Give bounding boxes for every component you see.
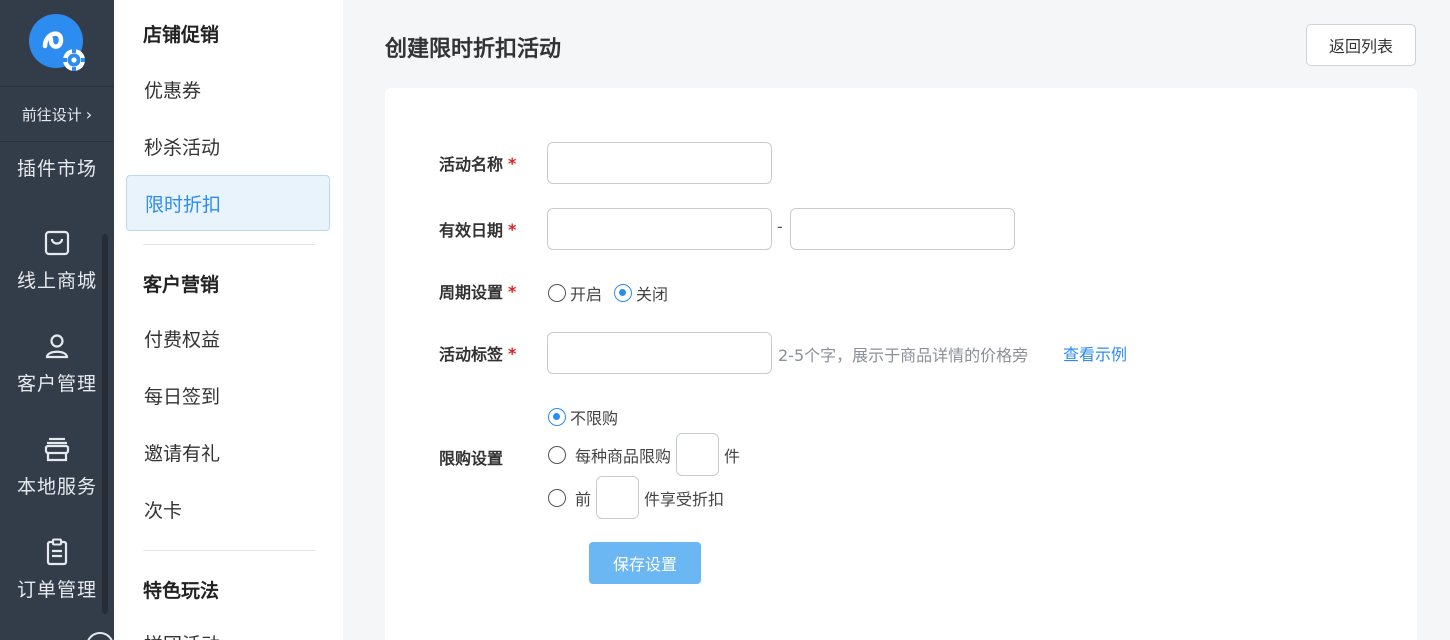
purchase-limit-label: 限购设置 xyxy=(439,449,504,468)
limit-per-product-qty-input[interactable] xyxy=(676,433,720,476)
radio-unchecked-icon[interactable] xyxy=(548,284,566,302)
nav-item-local-service[interactable]: 本地服务 xyxy=(0,434,114,534)
submenu-item-flash-sale[interactable]: 秒杀活动 xyxy=(126,118,330,174)
submenu-group-title: 客户营销 xyxy=(143,274,220,296)
goto-design-label: 前往设计 xyxy=(21,105,82,124)
radio-checked-icon[interactable] xyxy=(614,284,632,302)
chevron-right-icon: › xyxy=(85,104,93,124)
cycle-option-on[interactable]: 开启 xyxy=(548,281,602,305)
nav-item-customer[interactable]: 客户管理 xyxy=(0,331,114,431)
nav-item-orders[interactable]: 订单管理 xyxy=(0,537,114,637)
nav-scroll-area: 插件市场 线上商城 客户管理 本地服务 订单管理 xyxy=(0,124,114,640)
shopping-bag-icon xyxy=(44,230,70,256)
submenu-item-times-card[interactable]: 次卡 xyxy=(126,481,330,537)
submenu-item-daily-checkin[interactable]: 每日签到 xyxy=(126,367,330,423)
logo-icon xyxy=(29,14,85,71)
user-icon xyxy=(45,334,69,359)
valid-date-label-text: 有效日期 xyxy=(439,221,504,240)
cycle-option-on-label: 开启 xyxy=(570,285,603,304)
activity-name-input[interactable] xyxy=(547,142,772,184)
activity-name-label-text: 活动名称 xyxy=(439,155,504,174)
main-nav: 前往设计 › 插件市场 线上商城 客户管理 本地服务 订单管理 xyxy=(0,0,114,640)
submenu-item-group-buy[interactable]: 拼团活动 xyxy=(126,615,330,640)
limit-first-n-qty-input[interactable] xyxy=(596,476,640,519)
submenu-divider xyxy=(143,244,315,245)
submenu-group-title: 店铺促销 xyxy=(143,24,220,46)
nav-item-label: 插件市场 xyxy=(16,158,97,180)
goto-design-link[interactable]: 前往设计 › xyxy=(0,86,114,142)
cycle-label-text: 周期设置 xyxy=(439,283,504,302)
limit-option-none[interactable]: 不限购 xyxy=(548,405,618,429)
page-title: 创建限时折扣活动 xyxy=(385,37,562,62)
secondary-menu: 店铺促销 优惠券 秒杀活动 限时折扣 客户营销 付费权益 每日签到 邀请有礼 次… xyxy=(114,0,343,640)
required-mark: * xyxy=(508,343,517,363)
radio-unchecked-icon[interactable] xyxy=(548,488,566,507)
limit-per-product-prefix: 每种商品限购 xyxy=(575,446,672,466)
limit-first-n-prefix: 前 xyxy=(575,489,592,509)
required-mark: * xyxy=(508,219,517,239)
view-example-link[interactable]: 查看示例 xyxy=(1063,341,1127,365)
cycle-option-off[interactable]: 关闭 xyxy=(614,281,668,305)
nav-scrollbar[interactable] xyxy=(102,234,108,614)
nav-item-label: 订单管理 xyxy=(16,579,97,601)
radio-checked-icon[interactable] xyxy=(548,408,566,426)
form-card: 活动名称 * 有效日期 * - 周期设置 * 开启 关闭 活动标签 * 2-5个… xyxy=(385,88,1417,640)
valid-date-label: 有效日期 * xyxy=(439,208,516,250)
cycle-option-off-label: 关闭 xyxy=(636,285,669,304)
activity-tag-label-text: 活动标签 xyxy=(439,345,504,364)
radio-unchecked-icon[interactable] xyxy=(548,445,566,464)
nav-item-label: 客户管理 xyxy=(16,373,97,395)
limit-first-n-suffix: 件享受折扣 xyxy=(644,489,725,509)
submenu-item-invite-gift[interactable]: 邀请有礼 xyxy=(126,424,330,480)
nav-item-label: 线上商城 xyxy=(16,270,97,292)
activity-tag-hint: 2-5个字，展示于商品详情的价格旁 xyxy=(778,346,1029,365)
save-settings-button[interactable]: 保存设置 xyxy=(589,542,701,584)
nav-item-online-mall[interactable]: 线上商城 xyxy=(0,228,114,328)
activity-name-label: 活动名称 * xyxy=(439,142,516,184)
nav-item-label: 本地服务 xyxy=(16,476,97,498)
submenu-item-limited-discount[interactable]: 限时折扣 xyxy=(126,175,330,231)
limit-option-none-label: 不限购 xyxy=(570,409,619,428)
limit-option-first-n[interactable]: 前 件享受折扣 xyxy=(548,476,724,519)
start-date-input[interactable] xyxy=(547,208,772,250)
end-date-input[interactable] xyxy=(790,208,1015,250)
submenu-divider xyxy=(143,550,315,551)
required-mark: * xyxy=(508,153,517,173)
app-root: 前往设计 › 插件市场 线上商城 客户管理 本地服务 订单管理 店铺促销 优惠券… xyxy=(0,0,1450,640)
app-logo[interactable] xyxy=(28,13,86,73)
submenu-group-title: 特色玩法 xyxy=(143,580,220,602)
date-separator: - xyxy=(777,217,783,236)
main-content: 创建限时折扣活动 返回列表 活动名称* 有效日期* - 周期设置* 开启 xyxy=(343,0,1450,640)
submenu-item-coupons[interactable]: 优惠券 xyxy=(126,61,330,117)
activity-tag-label: 活动标签 * xyxy=(439,332,516,374)
back-to-list-button[interactable]: 返回列表 xyxy=(1306,24,1416,66)
limit-per-product-suffix: 件 xyxy=(724,446,741,466)
required-mark: * xyxy=(508,281,517,301)
limit-option-per-product[interactable]: 每种商品限购 件 xyxy=(548,433,740,476)
store-icon xyxy=(44,437,70,462)
activity-tag-input[interactable] xyxy=(547,332,772,374)
clipboard-icon xyxy=(46,538,68,566)
cycle-label: 周期设置 * xyxy=(439,270,516,312)
submenu-item-paid-benefits[interactable]: 付费权益 xyxy=(126,310,330,366)
